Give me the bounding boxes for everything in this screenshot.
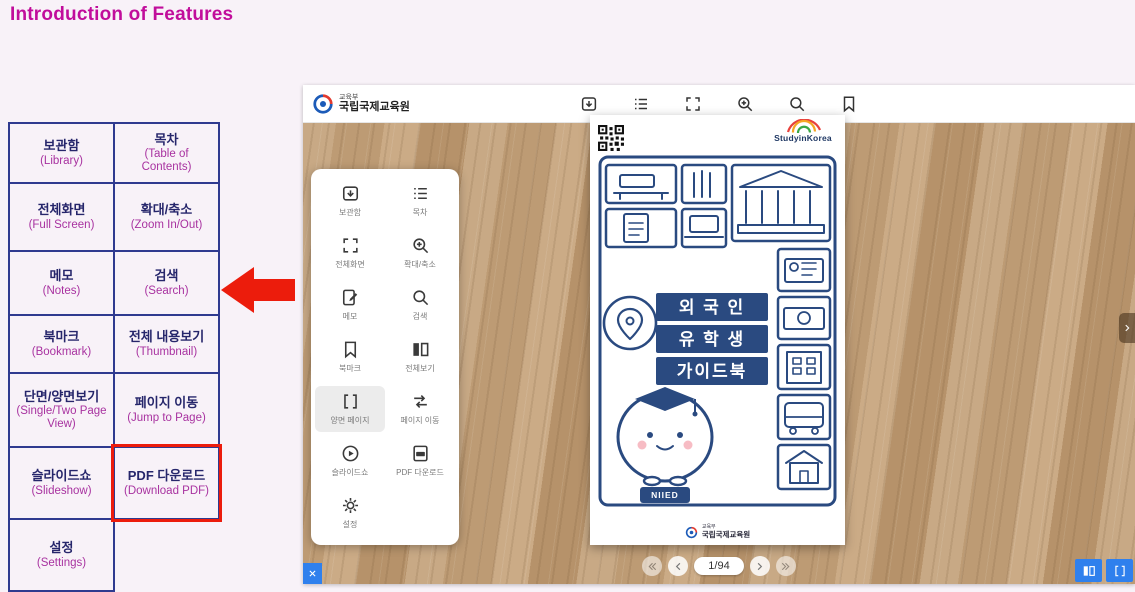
- double-chevron-right-icon: [780, 561, 791, 572]
- bottom-right-controls: [1075, 559, 1133, 582]
- toolbar-toc-button[interactable]: [632, 95, 650, 113]
- cover-publisher: 교육부 국립국제교육원: [590, 525, 845, 539]
- page-title: Introduction of Features: [10, 4, 233, 26]
- next-page-edge-button[interactable]: [1119, 313, 1135, 343]
- menu-item-memo[interactable]: 메모: [315, 282, 385, 328]
- feature-cell-thumbnail: 전체 내용보기(Thumbnail): [114, 315, 219, 373]
- jump-to-page-icon: [411, 392, 430, 411]
- feature-cell-search: 검색(Search): [114, 251, 219, 315]
- study-in-korea-logo: StudyinKorea: [767, 119, 839, 143]
- slideshow-icon: [341, 444, 360, 463]
- close-menu-button[interactable]: [303, 563, 322, 584]
- red-arrow: [221, 267, 295, 313]
- toolbar-bookmark-button[interactable]: [840, 95, 858, 113]
- book-cover-page[interactable]: StudyinKorea: [590, 115, 845, 545]
- menu-item-page-view[interactable]: 양면 페이지: [315, 386, 385, 432]
- feature-cell-library: 보관함(Library): [9, 123, 114, 183]
- red-arrow-shaft: [254, 279, 295, 301]
- cover-illustration: 외 국 인 유 학 생 가이드북 NIIED: [590, 153, 845, 509]
- next-page-button[interactable]: [750, 556, 770, 576]
- search-icon: [411, 288, 430, 307]
- niied-logo: 교육부 국립국제교육원: [312, 93, 410, 115]
- rainbow-arc-icon: [780, 119, 826, 133]
- feature-cell-notes: 메모(Notes): [9, 251, 114, 315]
- chevron-left-icon: [673, 561, 684, 572]
- book-title-block: 외 국 인 유 학 생 가이드북: [656, 293, 768, 385]
- menu-item-pdf-download[interactable]: PDF 다운로드: [385, 438, 455, 484]
- feature-cell-jump: 페이지 이동(Jump to Page): [114, 373, 219, 447]
- pagination: 1/94: [303, 556, 1135, 576]
- feature-cell-toc: 목차(Table of Contents): [114, 123, 219, 183]
- toc-icon: [632, 95, 650, 113]
- arrow-right-icon: [1122, 323, 1132, 333]
- side-menu: 보관함 목차 전체화면 확대/축소 메모 검색 북마크 전체보기 양면 페이지 …: [311, 169, 459, 545]
- feature-cell-pdf-download: PDF 다운로드 (Download PDF): [114, 447, 219, 519]
- prev-page-button[interactable]: [668, 556, 688, 576]
- feature-cell-page-view: 단면/양면보기(Single/Two Page View): [9, 373, 114, 447]
- thumbnail-icon: [1082, 564, 1096, 578]
- menu-item-slideshow[interactable]: 슬라이드쇼: [315, 438, 385, 484]
- thumbnail-strip-button[interactable]: [1075, 559, 1102, 582]
- government-logo-icon: [312, 93, 334, 115]
- gear-icon: [341, 496, 360, 515]
- menu-item-fullscreen[interactable]: 전체화면: [315, 230, 385, 276]
- fullscreen-icon: [341, 236, 360, 255]
- last-page-button[interactable]: [776, 556, 796, 576]
- menu-item-search[interactable]: 검색: [385, 282, 455, 328]
- library-icon: [341, 184, 360, 203]
- menu-item-zoom[interactable]: 확대/축소: [385, 230, 455, 276]
- red-arrow-head: [221, 267, 254, 313]
- svg-text:외 국 인: 외 국 인: [679, 298, 745, 317]
- library-icon: [580, 95, 598, 113]
- feature-table: 보관함(Library) 목차(Table of Contents) 전체화면(…: [8, 122, 220, 592]
- menu-item-toc[interactable]: 목차: [385, 178, 455, 224]
- expand-brackets-icon: [1113, 564, 1127, 578]
- bookmark-icon: [341, 340, 360, 359]
- bookmark-icon: [840, 95, 858, 113]
- svg-text:유 학 생: 유 학 생: [679, 330, 745, 349]
- thumbnail-icon: [411, 340, 430, 359]
- toolbar-zoom-button[interactable]: [736, 95, 754, 113]
- menu-item-bookmark[interactable]: 북마크: [315, 334, 385, 380]
- close-icon: [308, 569, 317, 578]
- memo-icon: [341, 288, 360, 307]
- pdf-icon: [411, 444, 430, 463]
- feature-cell-bookmark: 북마크(Bookmark): [9, 315, 114, 373]
- page-indicator[interactable]: 1/94: [694, 557, 743, 575]
- toolbar-search-button[interactable]: [788, 95, 806, 113]
- feature-cell-settings: 설정(Settings): [9, 519, 114, 591]
- double-chevron-left-icon: [647, 561, 658, 572]
- toolbar-library-button[interactable]: [580, 95, 598, 113]
- toc-icon: [411, 184, 430, 203]
- feature-cell-slideshow: 슬라이드쇼(Slideshow): [9, 447, 114, 519]
- government-logo-icon: [685, 526, 698, 539]
- first-page-button[interactable]: [642, 556, 662, 576]
- ebook-viewer: 교육부 국립국제교육원 보관함 목차 전체화면 확대/축소 메모 검색 북마크 …: [303, 85, 1135, 584]
- svg-text:NIIED: NIIED: [651, 490, 679, 500]
- menu-item-library[interactable]: 보관함: [315, 178, 385, 224]
- feature-cell-zoom: 확대/축소(Zoom In/Out): [114, 183, 219, 251]
- mascot-character: NIIED: [618, 387, 712, 503]
- qr-code: [598, 125, 624, 151]
- menu-item-jump-to-page[interactable]: 페이지 이동: [385, 386, 455, 432]
- search-icon: [788, 95, 806, 113]
- menu-item-thumbnail[interactable]: 전체보기: [385, 334, 455, 380]
- page-view-icon: [341, 392, 360, 411]
- empty-cell: [114, 519, 219, 591]
- toolbar-fullscreen-button[interactable]: [684, 95, 702, 113]
- fullscreen-toggle-button[interactable]: [1106, 559, 1133, 582]
- chevron-right-icon: [754, 561, 765, 572]
- svg-text:가이드북: 가이드북: [677, 362, 748, 381]
- zoom-icon: [736, 95, 754, 113]
- zoom-icon: [411, 236, 430, 255]
- menu-item-settings[interactable]: 설정: [315, 490, 385, 536]
- feature-cell-fullscreen: 전체화면(Full Screen): [9, 183, 114, 251]
- fullscreen-icon: [684, 95, 702, 113]
